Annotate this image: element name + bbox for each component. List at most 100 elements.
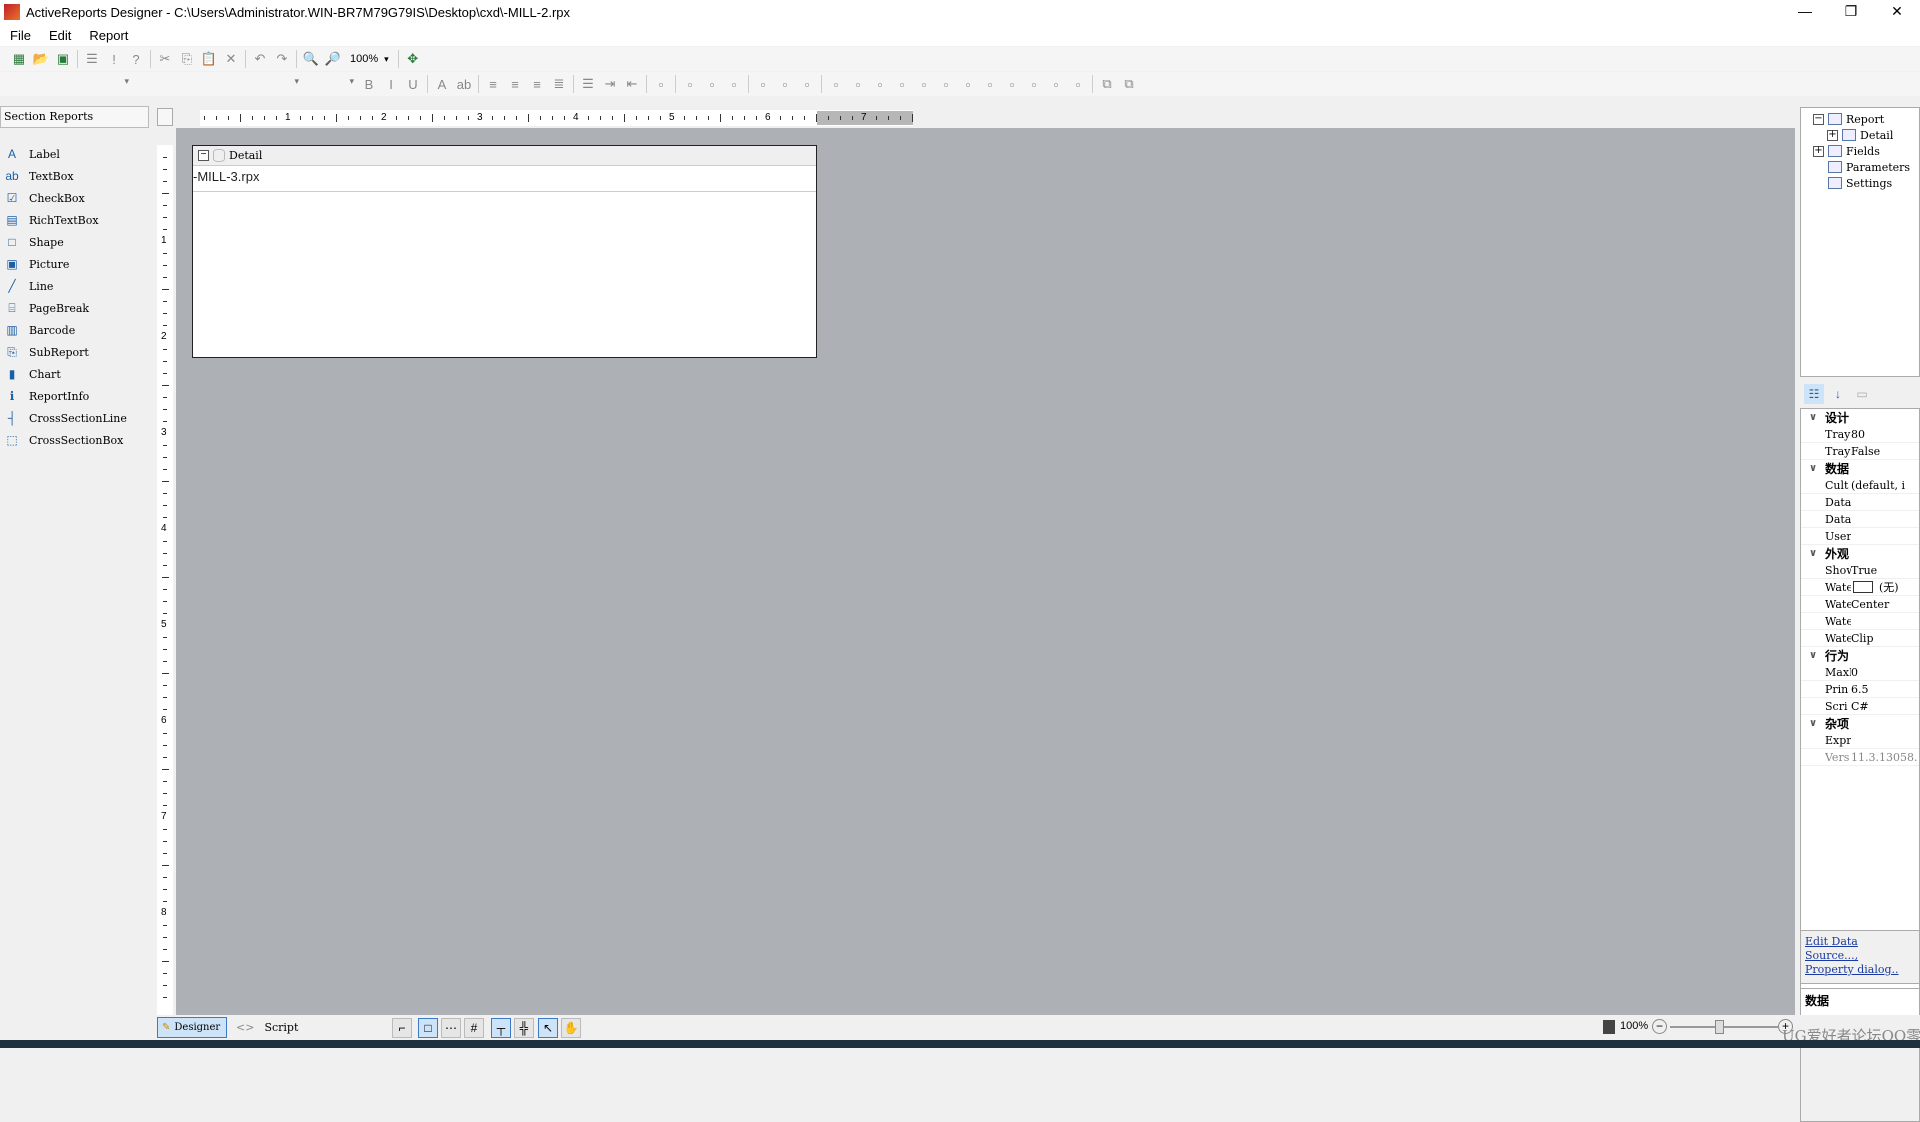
property-row[interactable]: Tray 80 bbox=[1801, 426, 1919, 443]
indent-icon[interactable]: ⇥ bbox=[600, 74, 620, 94]
property-value[interactable]: True bbox=[1851, 564, 1877, 577]
zoom-in-icon[interactable]: 🔎 bbox=[323, 49, 343, 69]
toolbox-item-crosssectionline[interactable]: ┤ CrossSectionLine bbox=[0, 407, 150, 429]
align-right-icon[interactable]: ≡ bbox=[527, 74, 547, 94]
chevron-down-icon[interactable]: ∨ bbox=[1801, 718, 1825, 729]
close-button[interactable]: ✕ bbox=[1874, 0, 1920, 24]
collapse-icon[interactable]: − bbox=[198, 150, 209, 161]
property-category[interactable]: ∨ 设计 bbox=[1801, 409, 1919, 426]
property-row[interactable]: Tray False bbox=[1801, 443, 1919, 460]
font-dropdown[interactable] bbox=[143, 75, 303, 93]
bring-front-icon[interactable]: ⧉ bbox=[1097, 74, 1117, 94]
pan-hand-icon[interactable]: ✋ bbox=[561, 1018, 581, 1038]
bullets-icon[interactable]: ☰ bbox=[578, 74, 598, 94]
same-width-icon[interactable]: ▫ bbox=[826, 74, 846, 94]
tree-node-detail[interactable]: + Detail bbox=[1813, 127, 1919, 143]
bold-icon[interactable]: B bbox=[359, 74, 379, 94]
toolbox-item-picture[interactable]: ▣ Picture bbox=[0, 253, 150, 275]
property-row[interactable]: Wate (无) bbox=[1801, 579, 1919, 596]
same-height-icon[interactable]: ▫ bbox=[848, 74, 868, 94]
align-left-icon[interactable]: ≡ bbox=[483, 74, 503, 94]
expand-icon[interactable]: + bbox=[1813, 145, 1824, 157]
property-row[interactable]: User bbox=[1801, 528, 1919, 545]
h-space-equal-icon[interactable]: ▫ bbox=[914, 74, 934, 94]
menu-report[interactable]: Report bbox=[89, 28, 128, 43]
align-middles-icon[interactable]: ▫ bbox=[775, 74, 795, 94]
property-row[interactable]: Data bbox=[1801, 511, 1919, 528]
toolbox-item-chart[interactable]: ▮ Chart bbox=[0, 363, 150, 385]
zoom-slider[interactable] bbox=[1670, 1020, 1778, 1034]
property-category[interactable]: ∨ 数据 bbox=[1801, 460, 1919, 477]
property-value[interactable]: 80 bbox=[1851, 428, 1865, 441]
align-centers-icon[interactable]: ▫ bbox=[702, 74, 722, 94]
menu-edit[interactable]: Edit bbox=[49, 28, 71, 43]
zoom-out-button[interactable]: − bbox=[1652, 1019, 1667, 1034]
property-category[interactable]: ∨ 杂项 bbox=[1801, 715, 1919, 732]
highlight-icon[interactable]: ab bbox=[454, 74, 474, 94]
save-icon[interactable]: ▣ bbox=[53, 49, 73, 69]
v-space-dec-icon[interactable]: ▫ bbox=[1046, 74, 1066, 94]
property-row[interactable]: Wate Clip bbox=[1801, 630, 1919, 647]
property-dialog-link[interactable]: Property dialog.. bbox=[1805, 963, 1915, 977]
ruler-corner[interactable] bbox=[157, 108, 173, 126]
detail-section-header[interactable]: − Detail bbox=[193, 146, 816, 166]
toolbox-header[interactable]: Section Reports bbox=[0, 106, 149, 128]
property-row[interactable]: Data bbox=[1801, 494, 1919, 511]
align-bottoms-icon[interactable]: ▫ bbox=[797, 74, 817, 94]
detail-section[interactable]: − Detail -MILL-3.rpx bbox=[192, 145, 817, 358]
property-value[interactable]: Center bbox=[1851, 598, 1889, 611]
toolbox-item-checkbox[interactable]: ☑ CheckBox bbox=[0, 187, 150, 209]
property-row[interactable]: Cult (default, i bbox=[1801, 477, 1919, 494]
chevron-down-icon[interactable]: ∨ bbox=[1801, 650, 1825, 661]
undo-icon[interactable]: ↶ bbox=[250, 49, 270, 69]
cut-icon[interactable]: ✂ bbox=[155, 49, 175, 69]
expand-icon[interactable]: + bbox=[1827, 129, 1838, 141]
tree-node-settings[interactable]: Settings bbox=[1813, 175, 1919, 191]
zoom-slider-thumb[interactable] bbox=[1715, 1020, 1724, 1034]
property-row[interactable]: Show True bbox=[1801, 562, 1919, 579]
property-value[interactable]: (无) bbox=[1879, 579, 1899, 595]
toolbox-item-line[interactable]: ╱ Line bbox=[0, 275, 150, 297]
property-value[interactable]: C# bbox=[1851, 700, 1869, 713]
v-space-inc-icon[interactable]: ▫ bbox=[1024, 74, 1044, 94]
italic-icon[interactable]: I bbox=[381, 74, 401, 94]
move-handle-icon[interactable]: ✥ bbox=[403, 49, 423, 69]
toolbox-item-reportinfo[interactable]: ℹ ReportInfo bbox=[0, 385, 150, 407]
size-grid-icon[interactable]: ▫ bbox=[892, 74, 912, 94]
dot-grid-icon[interactable]: ⋯ bbox=[441, 1018, 461, 1038]
new-report-icon[interactable]: ▦ bbox=[9, 49, 29, 69]
report-explorer-icon[interactable]: ☰ bbox=[82, 49, 102, 69]
property-row[interactable]: Scri C# bbox=[1801, 698, 1919, 715]
underline-icon[interactable]: U bbox=[403, 74, 423, 94]
outdent-icon[interactable]: ⇤ bbox=[622, 74, 642, 94]
send-back-icon[interactable]: ⧉ bbox=[1119, 74, 1139, 94]
snap-grid-icon[interactable]: ▫ bbox=[651, 74, 671, 94]
same-size-icon[interactable]: ▫ bbox=[870, 74, 890, 94]
align-rights-icon[interactable]: ▫ bbox=[724, 74, 744, 94]
property-value[interactable]: (default, i bbox=[1851, 479, 1905, 492]
property-row[interactable]: Wate bbox=[1801, 613, 1919, 630]
property-value[interactable]: 0 bbox=[1851, 666, 1858, 679]
expand-icon[interactable]: − bbox=[1813, 113, 1824, 125]
property-value[interactable]: False bbox=[1851, 445, 1880, 458]
property-row[interactable]: Vers 11.3.13058. bbox=[1801, 749, 1919, 766]
property-row[interactable]: Prin 6.5 bbox=[1801, 681, 1919, 698]
alphabetical-icon[interactable]: ↓ bbox=[1828, 384, 1848, 404]
property-category[interactable]: ∨ 外观 bbox=[1801, 545, 1919, 562]
toolbox-item-barcode[interactable]: ▥ Barcode bbox=[0, 319, 150, 341]
delete-icon[interactable]: ✕ bbox=[221, 49, 241, 69]
toolbox-item-label[interactable]: A Label bbox=[0, 143, 150, 165]
tree-spacer[interactable] bbox=[1813, 178, 1824, 189]
validate-icon[interactable]: ! bbox=[104, 49, 124, 69]
h-space-inc-icon[interactable]: ▫ bbox=[936, 74, 956, 94]
categorized-icon[interactable]: ☷ bbox=[1804, 384, 1824, 404]
property-row[interactable]: MaxP0 bbox=[1801, 664, 1919, 681]
toolbox-item-richtextbox[interactable]: ▤ RichTextBox bbox=[0, 209, 150, 231]
select-pointer-icon[interactable]: ↖ bbox=[538, 1018, 558, 1038]
designer-tab[interactable]: ✎ Designer bbox=[157, 1017, 227, 1038]
v-space-equal-icon[interactable]: ▫ bbox=[1002, 74, 1022, 94]
toolbox-item-subreport[interactable]: ⎘ SubReport bbox=[0, 341, 150, 363]
property-value[interactable]: 11.3.13058. bbox=[1851, 751, 1917, 764]
align-tops-icon[interactable]: ▫ bbox=[753, 74, 773, 94]
toolbox-item-crosssectionbox[interactable]: ⬚ CrossSectionBox bbox=[0, 429, 150, 451]
